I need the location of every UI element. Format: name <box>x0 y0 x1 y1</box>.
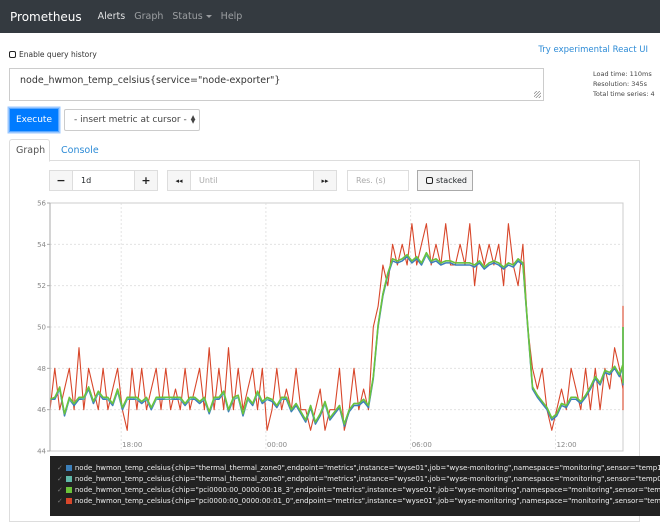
y-tick-label: 48 <box>37 365 46 373</box>
checkmark-icon: ✓ <box>57 463 63 472</box>
y-tick-label: 54 <box>37 241 46 249</box>
graph-chart[interactable]: 44 46 48 50 52 54 56 18:00 00:00 06:00 12:00 <box>0 190 660 460</box>
rewind-icon: ◂◂ <box>175 176 183 185</box>
legend-item[interactable]: ✓ node_hwmon_temp_celsius{chip="pci0000:0… <box>50 495 660 506</box>
time-forward-button[interactable]: ▸▸ <box>313 170 337 191</box>
expression-input[interactable]: node_hwmon_temp_celsius{service="node-ex… <box>9 68 544 101</box>
nav-status[interactable]: Status <box>172 11 212 22</box>
y-tick-label: 50 <box>37 324 46 332</box>
checkbox-icon[interactable] <box>9 51 16 58</box>
legend-label: node_hwmon_temp_celsius{chip="pci0000:00… <box>74 485 660 494</box>
nav-alerts[interactable]: Alerts <box>98 11 126 22</box>
expression-value: node_hwmon_temp_celsius{service="node-ex… <box>20 75 281 86</box>
checkmark-icon: ✓ <box>57 485 63 494</box>
total-time-series: Total time series: 4 <box>593 90 655 98</box>
navbar: Prometheus Alerts Graph Status Help <box>0 0 660 33</box>
range-decrease-button[interactable]: − <box>49 170 73 191</box>
series-color-swatch <box>65 486 72 493</box>
minus-icon: − <box>56 174 66 187</box>
range-increase-button[interactable]: + <box>134 170 158 191</box>
x-tick-label: 12:00 <box>556 441 576 449</box>
legend-label: node_hwmon_temp_celsius{chip="thermal_th… <box>74 463 660 472</box>
until-placeholder: Until <box>199 176 218 185</box>
stacked-label: stacked <box>436 176 467 185</box>
plus-icon: + <box>141 174 151 187</box>
checkmark-icon: ✓ <box>57 496 63 505</box>
legend-label: node_hwmon_temp_celsius{chip="thermal_th… <box>74 474 660 483</box>
caret-down-icon <box>205 15 212 18</box>
legend-item[interactable]: ✓ node_hwmon_temp_celsius{chip="thermal_t… <box>50 473 660 484</box>
load-time: Load time: 110ms <box>593 70 652 78</box>
series-color-swatch <box>65 464 72 471</box>
fast-forward-icon: ▸▸ <box>321 176 329 185</box>
legend-item[interactable]: ✓ node_hwmon_temp_celsius{chip="pci0000:0… <box>50 484 660 495</box>
tab-graph[interactable]: Graph <box>9 139 50 162</box>
until-input[interactable]: Until <box>190 170 314 191</box>
tab-bar: Graph Console <box>9 139 640 162</box>
nav-status-label: Status <box>172 11 203 22</box>
y-tick-label: 56 <box>37 200 46 208</box>
resolution-placeholder: Res. (s) <box>356 176 386 185</box>
x-tick-label: 18:00 <box>122 441 142 449</box>
grid <box>49 202 624 452</box>
execute-button[interactable]: Execute <box>9 108 59 132</box>
resolution-input[interactable]: Res. (s) <box>347 170 409 191</box>
x-tick-label: 00:00 <box>267 441 287 449</box>
time-back-button[interactable]: ◂◂ <box>167 170 191 191</box>
stacked-toggle[interactable]: stacked <box>417 170 473 191</box>
react-ui-link[interactable]: Try experimental React UI <box>538 45 648 55</box>
query-stats: Load time: 110ms Resolution: 345s Total … <box>593 69 655 99</box>
y-tick-label: 52 <box>37 282 46 290</box>
legend: ✓ node_hwmon_temp_celsius{chip="thermal_t… <box>50 456 660 516</box>
y-tick-label: 44 <box>37 448 46 456</box>
resize-handle-icon[interactable] <box>534 91 541 98</box>
range-input[interactable]: 1d <box>72 170 135 191</box>
metric-select-value: - insert metric at cursor - <box>74 115 187 125</box>
checkbox-icon <box>426 177 433 184</box>
nav-graph[interactable]: Graph <box>134 11 163 22</box>
legend-item[interactable]: ✓ node_hwmon_temp_celsius{chip="thermal_t… <box>50 462 660 473</box>
nav-help[interactable]: Help <box>221 11 243 22</box>
checkmark-icon: ✓ <box>57 474 63 483</box>
brand-logo[interactable]: Prometheus <box>10 10 82 24</box>
series-color-swatch <box>65 475 72 482</box>
range-value: 1d <box>81 176 92 185</box>
insert-metric-select[interactable]: - insert metric at cursor - ▲ ▼ <box>64 109 200 131</box>
query-history-label: Enable query history <box>19 50 97 59</box>
select-arrows-icon: ▲ ▼ <box>190 114 196 125</box>
resolution: Resolution: 345s <box>593 80 648 88</box>
legend-label: node_hwmon_temp_celsius{chip="pci0000:00… <box>74 496 660 505</box>
y-tick-label: 46 <box>37 406 46 414</box>
tab-console[interactable]: Console <box>55 139 105 161</box>
x-tick-label: 06:00 <box>412 441 432 449</box>
series-color-swatch <box>65 497 72 504</box>
enable-query-history[interactable]: Enable query history <box>9 50 97 59</box>
